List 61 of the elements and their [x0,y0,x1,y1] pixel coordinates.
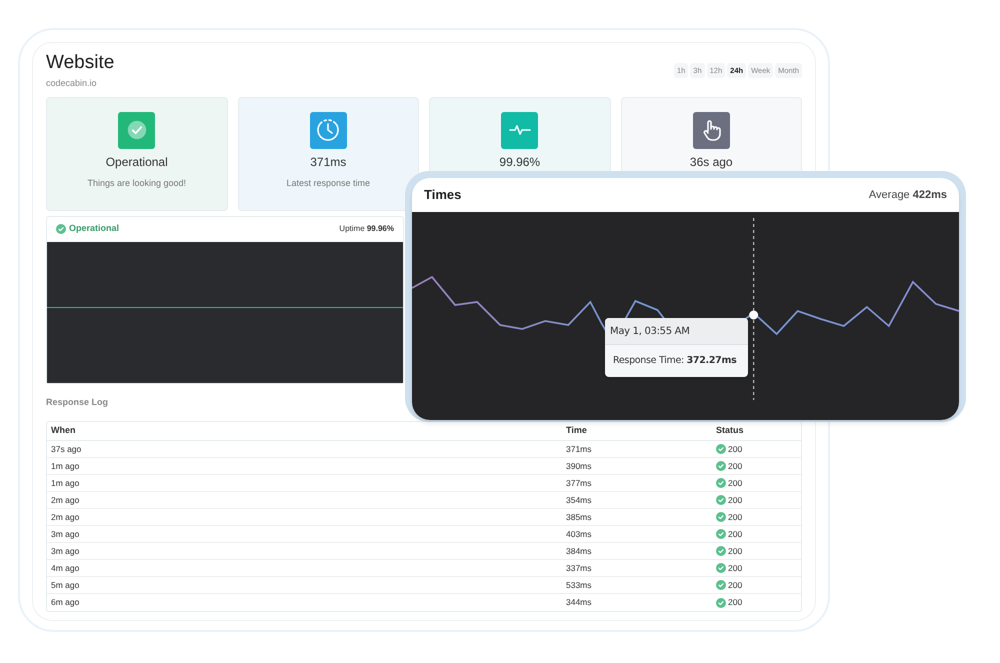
table-cell-text: 337ms [566,562,593,574]
check-circle-icon [716,546,726,556]
check-circle-icon [56,224,66,234]
table-cell-text: 384ms [566,544,593,558]
check-circle-icon [716,580,726,590]
column-header: Status [716,424,745,438]
table-cell-text: 5m ago [51,578,80,592]
table-cell-text: 385ms [566,510,593,524]
check-circle-icon [126,119,148,141]
table-cell: 200 [728,442,742,456]
table-cell: 200 [728,460,742,472]
table-cell: 200 [728,494,742,506]
check-circle-icon [716,478,726,488]
site-url: codecabin.io [46,77,98,90]
table-cell: 200 [728,476,742,490]
column-header: Time [566,424,588,438]
stat-value: 371ms [310,154,346,170]
table-cell-text: 377ms [566,476,593,490]
table-cell: 200 [728,578,742,592]
status-label: Operational [69,222,120,236]
table-cell-text: 1m ago [51,476,80,490]
table-cell-text: 344ms [566,596,593,609]
table-cell-text: 6m ago [51,596,80,609]
uptime-reading: Uptime 99.96% [339,223,394,235]
column-header: When [51,424,76,438]
table-cell: 200 [728,596,742,609]
table-cell: 200 [728,562,742,574]
table-cell-text: 2m ago [51,510,80,524]
table-cell-text: 533ms [566,578,593,592]
table-cell-text: 4m ago [51,562,80,574]
table-cell: 200 [728,544,742,558]
table-cell-text: 3m ago [51,528,80,540]
stat-caption: Latest response time [286,176,370,190]
page-title: Website [46,51,114,75]
stat-value: Operational [106,154,168,170]
check-circle-icon [716,444,726,454]
check-circle-icon [716,563,726,573]
table-cell-text: 403ms [566,528,593,540]
section-title: Response Log [46,396,110,409]
check-circle-icon [716,512,726,522]
tooltip-date: May 1, 03:55 AM [610,324,690,338]
card-title: Times [424,186,462,204]
table-cell-text: 37s ago [51,442,82,456]
table-cell-text: 2m ago [51,494,80,506]
table-cell-text: 3m ago [51,544,80,558]
table-cell: 200 [728,510,742,524]
check-circle-icon [716,461,726,471]
table-cell-text: 1m ago [51,460,80,472]
check-circle-icon [716,495,726,505]
tooltip-reading: Response Time: 372.27ms [613,354,736,368]
table-cell-text: 354ms [566,494,593,506]
check-circle-icon [716,598,726,608]
table-cell-text: 371ms [566,442,593,456]
stat-value: 99.96% [499,154,540,170]
table-cell: 200 [728,528,742,540]
clock-icon [316,118,340,142]
average-reading: Average 422ms [868,188,947,203]
stat-value: 36s ago [690,154,733,170]
stat-caption: Things are looking good! [87,176,186,190]
check-circle-icon [716,529,726,539]
table-cell-text: 390ms [566,460,593,472]
